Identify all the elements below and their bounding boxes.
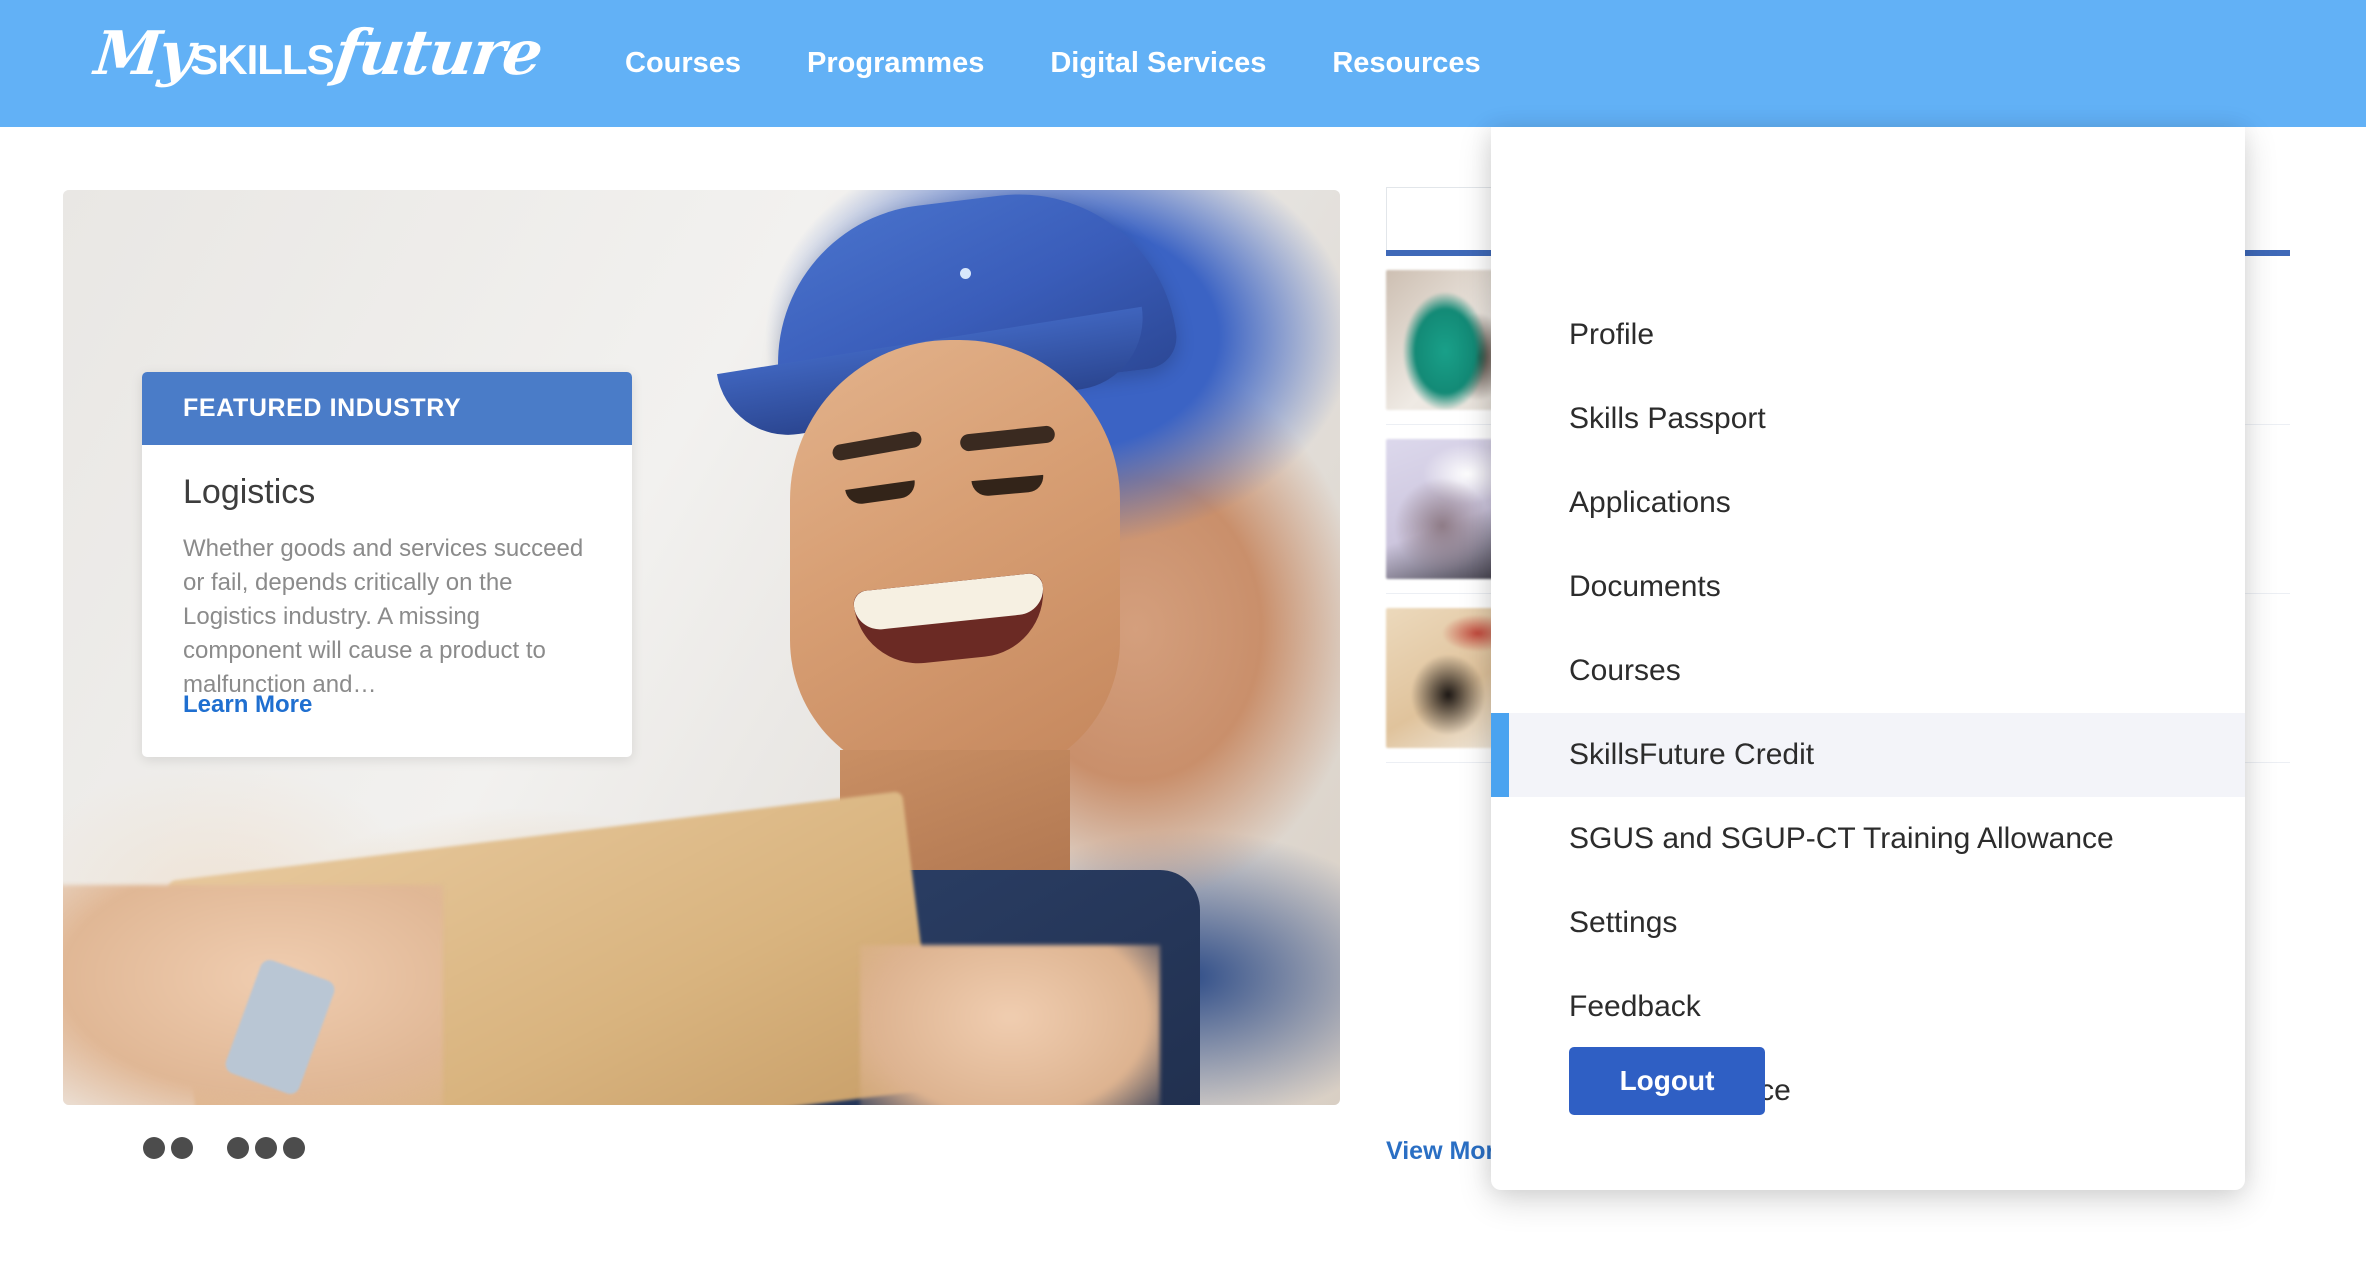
- featured-industry-description: Whether goods and services succeed or fa…: [183, 535, 584, 699]
- carousel-dots: [143, 1137, 305, 1159]
- logo-text-skills: SKILLS: [190, 36, 334, 83]
- site-header: My SKILLS future Courses Programmes Digi…: [0, 0, 2366, 127]
- carousel-dot-4[interactable]: [227, 1137, 249, 1159]
- carousel-dot-3-active[interactable]: [199, 1137, 221, 1159]
- dropdown-item-documents[interactable]: Documents: [1491, 545, 2245, 629]
- dropdown-item-feedback[interactable]: Feedback: [1491, 965, 2245, 1049]
- myskillsfuture-logo[interactable]: My SKILLS future: [91, 16, 545, 94]
- nav-item-digital-services[interactable]: Digital Services: [1050, 47, 1266, 80]
- featured-industry-body: Logistics Whether goods and services suc…: [142, 445, 632, 702]
- logo-text-my: My: [91, 19, 196, 89]
- featured-industry-title: Logistics: [183, 473, 316, 511]
- hero-hand-right: [860, 945, 1160, 1105]
- nav-item-programmes[interactable]: Programmes: [807, 47, 984, 80]
- featured-industry-label: FEATURED INDUSTRY: [183, 394, 462, 422]
- learn-more-link[interactable]: Learn More: [183, 691, 312, 719]
- dropdown-item-sgus-sgup-ct-training-allowance[interactable]: SGUS and SGUP-CT Training Allowance: [1491, 797, 2245, 881]
- featured-industry-header: FEATURED INDUSTRY: [142, 372, 632, 445]
- dropdown-item-profile[interactable]: Profile: [1491, 293, 2245, 377]
- nav-item-resources[interactable]: Resources: [1332, 47, 1480, 80]
- nav-item-courses[interactable]: Courses: [625, 47, 741, 80]
- featured-industry-card: FEATURED INDUSTRY Logistics Whether good…: [142, 372, 632, 757]
- dropdown-item-settings[interactable]: Settings: [1491, 881, 2245, 965]
- carousel-dot-6[interactable]: [283, 1137, 305, 1159]
- dropdown-item-applications[interactable]: Applications: [1491, 461, 2245, 545]
- account-dropdown-list: Profile Skills Passport Applications Doc…: [1491, 127, 2245, 1133]
- account-dropdown-menu: Profile Skills Passport Applications Doc…: [1491, 127, 2245, 1190]
- logout-button[interactable]: Logout: [1569, 1047, 1765, 1115]
- carousel-dot-5[interactable]: [255, 1137, 277, 1159]
- dropdown-item-skillsfuture-credit[interactable]: SkillsFuture Credit: [1491, 713, 2245, 797]
- logo-text-future: future: [329, 16, 546, 89]
- carousel-dot-2[interactable]: [171, 1137, 193, 1159]
- dropdown-item-skills-passport[interactable]: Skills Passport: [1491, 377, 2245, 461]
- dropdown-item-courses[interactable]: Courses: [1491, 629, 2245, 713]
- carousel-dot-1[interactable]: [143, 1137, 165, 1159]
- main-navigation: Courses Programmes Digital Services Reso…: [625, 0, 1481, 127]
